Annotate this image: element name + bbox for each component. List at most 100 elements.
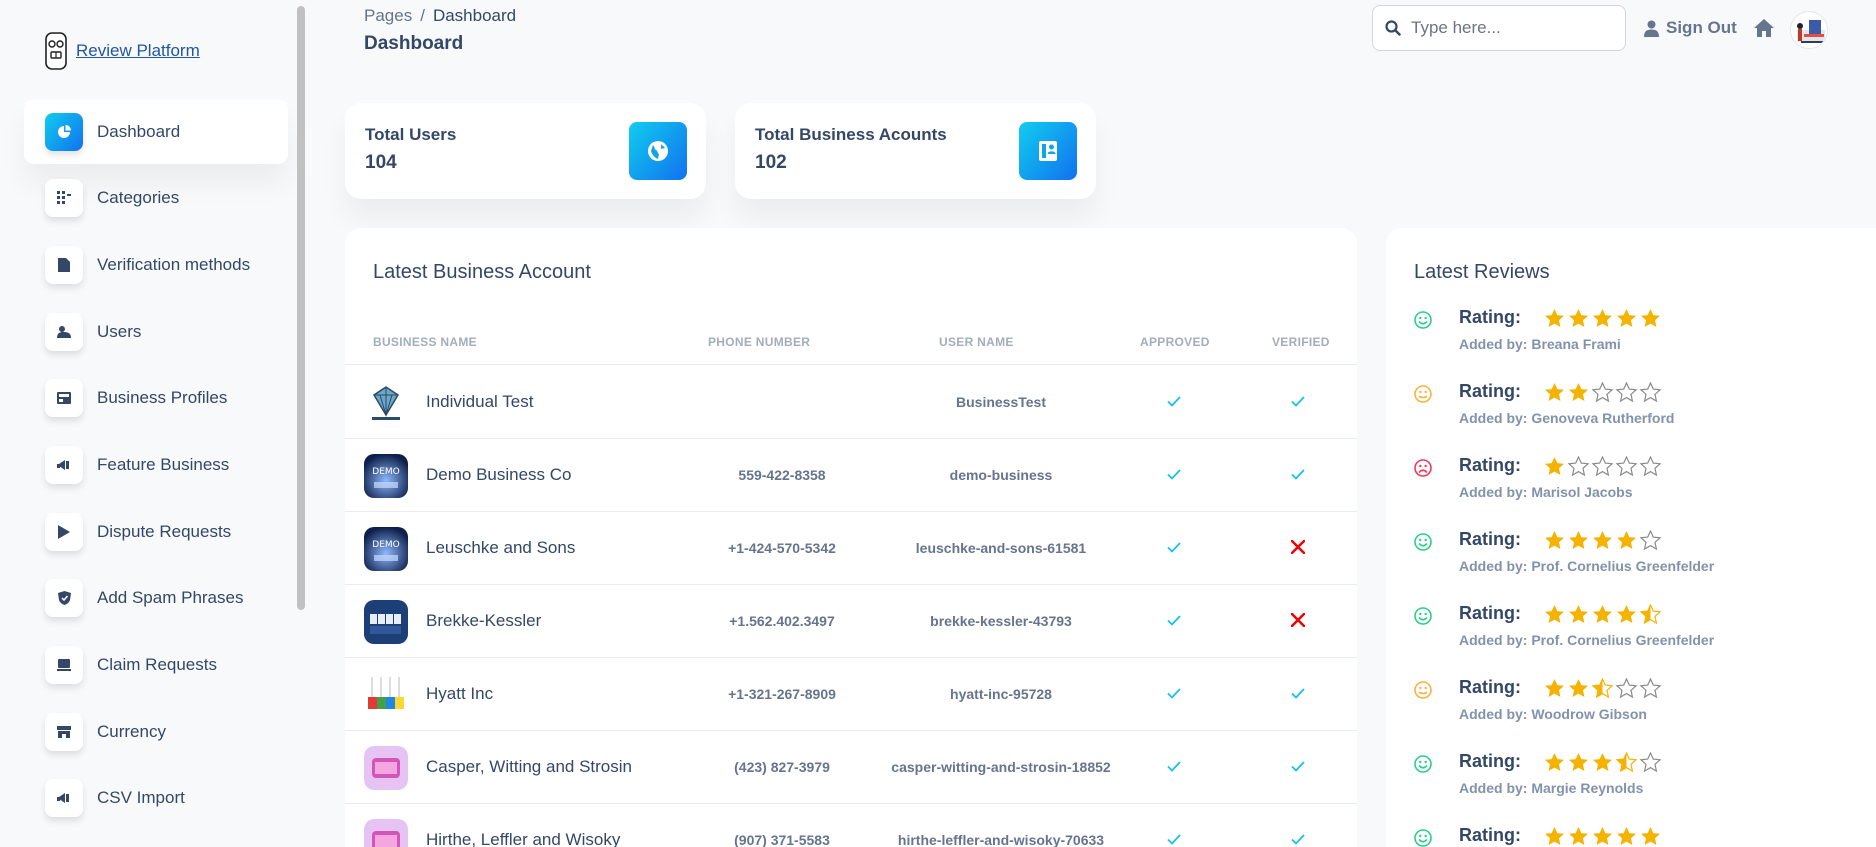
page-title: Dashboard: [364, 33, 464, 54]
table-row[interactable]: DEMO Demo Business Co 559-422-8358 demo-bus…: [345, 439, 1357, 512]
rating-stars: [1544, 529, 1662, 556]
sidebar-item-label: Currency: [97, 721, 166, 741]
search-box[interactable]: [1372, 5, 1626, 51]
verified-check-icon: [1288, 683, 1308, 703]
star-filled-icon: [1568, 752, 1589, 778]
review-author: Added by: Woodrow Gibson: [1459, 706, 1647, 722]
avatar[interactable]: [1790, 11, 1828, 49]
sidebar-item-dispute-requests[interactable]: Dispute Requests: [24, 499, 288, 564]
breadcrumb-root[interactable]: Pages: [364, 6, 412, 25]
review-author: Added by: Margie Reynolds: [1459, 780, 1644, 796]
sidebar-item-feature-business[interactable]: Feature Business: [24, 432, 288, 497]
sidebar-item-label: Claim Requests: [97, 655, 217, 674]
happy-face-icon: [1414, 311, 1432, 334]
rating-label: Rating:: [1459, 825, 1521, 845]
sidebar-item-add-spam-phrases[interactable]: Add Spam Phrases: [24, 566, 288, 631]
star-filled-icon: [1640, 308, 1661, 334]
star-filled-icon: [1616, 604, 1637, 630]
star-empty-icon: [1639, 455, 1662, 482]
brand-name[interactable]: Review Platform: [76, 41, 200, 61]
rating-label: Rating:: [1459, 751, 1521, 771]
feature-icon: [45, 445, 83, 484]
verified-cross-icon: [1288, 610, 1308, 630]
svg-text:DEMO: DEMO: [372, 540, 399, 550]
star-filled-icon: [1568, 382, 1589, 408]
happy-face-icon: [1414, 755, 1432, 778]
table-row[interactable]: Casper, Witting and Strosin (423) 827-397…: [345, 731, 1357, 804]
review-item: Rating: Added by: Marisol Jacobs: [1414, 455, 1874, 515]
sad-face-icon: [1414, 459, 1432, 482]
approved-check-icon: [1164, 391, 1184, 411]
business-logo-icon: [364, 381, 408, 425]
sidebar-item-users[interactable]: Users: [24, 299, 288, 364]
user-name: leuschke-and-sons-61581: [915, 540, 1087, 556]
shield-icon: [45, 579, 83, 618]
total-business-value: 102: [755, 152, 787, 173]
star-filled-icon: [1592, 604, 1613, 630]
star-empty-icon: [1615, 677, 1638, 704]
review-author: Added by: Genoveva Rutherford: [1459, 410, 1675, 426]
sign-out-label: Sign Out: [1666, 18, 1737, 37]
phone-number: +1-424-570-5342: [728, 540, 836, 556]
rating-label: Rating:: [1459, 381, 1521, 401]
rating-label: Rating:: [1459, 307, 1521, 327]
sidebar-item-currency[interactable]: Currency: [24, 699, 288, 764]
review-author: Added by: Breana Frami: [1459, 336, 1621, 352]
verified-check-icon: [1288, 464, 1308, 484]
approved-check-icon: [1164, 829, 1184, 847]
sidebar-item-claim-requests[interactable]: Claim Requests: [24, 633, 288, 698]
rating-label: Rating:: [1459, 603, 1521, 623]
business-logo-icon: [364, 746, 408, 790]
happy-face-icon: [1414, 829, 1432, 847]
sidebar-item-label: CSV Import: [97, 788, 185, 808]
star-filled-icon: [1592, 826, 1613, 847]
neutral-face-icon: [1414, 681, 1432, 704]
total-users-card: Total Users 104: [345, 103, 706, 199]
table-row[interactable]: Hyatt Inc +1-321-267-8909 hyatt-inc-95728: [345, 658, 1357, 731]
review-item: Rating:: [1414, 825, 1874, 847]
table-row[interactable]: Hirthe, Leffler and Wisoky (907) 371-5583…: [345, 804, 1357, 847]
table-row[interactable]: Brekke-Kessler +1.562.402.3497 brekke-kess…: [345, 585, 1357, 658]
business-name[interactable]: Demo Business Co: [426, 465, 572, 485]
star-half-icon: [1639, 603, 1662, 630]
dashboard-icon: [45, 112, 83, 151]
star-empty-icon: [1591, 455, 1614, 482]
table-row[interactable]: DEMO Leuschke and Sons +1-424-570-5342 leus…: [345, 512, 1357, 585]
file-icon: [45, 245, 83, 284]
sidebar-item-dashboard[interactable]: Dashboard: [24, 99, 288, 164]
business-name[interactable]: Individual Test: [426, 392, 533, 412]
latest-business-title: Latest Business Account: [373, 261, 591, 283]
happy-face-icon: [1414, 533, 1432, 556]
star-filled-icon: [1544, 382, 1565, 408]
user-name: demo-business: [949, 467, 1053, 483]
verified-check-icon: [1288, 829, 1308, 847]
table-row[interactable]: Individual Test BusinessTest: [345, 366, 1357, 439]
home-icon[interactable]: [1754, 19, 1774, 37]
sidebar-item-business-profiles[interactable]: Business Profiles: [24, 366, 288, 431]
phone-number: +1-321-267-8909: [728, 686, 836, 702]
star-empty-icon: [1567, 455, 1590, 482]
globe-icon: [629, 122, 687, 180]
sidebar-item-label: Dispute Requests: [97, 521, 232, 541]
business-card-icon: [1019, 122, 1077, 180]
business-logo-icon: [364, 600, 408, 644]
robot-logo-icon: [45, 32, 67, 70]
brand[interactable]: Review Platform: [44, 31, 200, 71]
sidebar-item-verification-methods[interactable]: Verification methods: [24, 232, 288, 297]
star-filled-icon: [1592, 752, 1613, 778]
star-filled-icon: [1568, 826, 1589, 847]
rating-stars: [1544, 308, 1661, 334]
sidebar-item-csv-import[interactable]: CSV Import: [24, 766, 288, 831]
business-name[interactable]: Hirthe, Leffler and Wisoky: [426, 830, 620, 847]
sidebar-scrollbar[interactable]: [297, 6, 305, 610]
business-name[interactable]: Hyatt Inc: [426, 684, 493, 704]
business-name[interactable]: Leuschke and Sons: [426, 538, 575, 558]
sign-out-button[interactable]: Sign Out: [1644, 18, 1737, 38]
business-name[interactable]: Casper, Witting and Strosin: [426, 757, 632, 777]
star-filled-icon: [1544, 604, 1565, 630]
business-name[interactable]: Brekke-Kessler: [426, 611, 541, 631]
search-input[interactable]: [1411, 18, 1601, 38]
laptop-icon: [45, 646, 83, 684]
business-logo-icon: DEMO: [364, 527, 408, 571]
sidebar-item-categories[interactable]: Categories: [24, 166, 288, 231]
